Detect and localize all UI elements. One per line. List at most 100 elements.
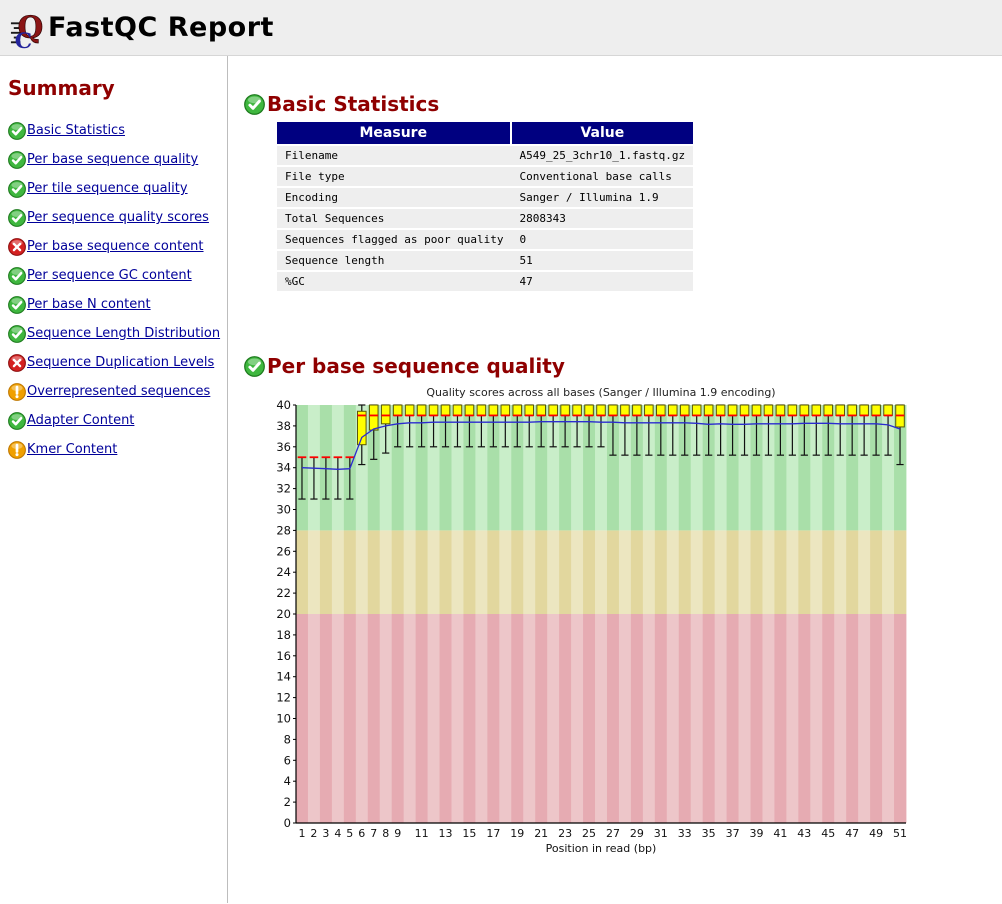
table-header-measure: Measure xyxy=(277,122,512,144)
status-pass-icon xyxy=(8,412,26,430)
quality-boxplot-svg: 0246810121416182022242628303234363840123… xyxy=(266,383,916,861)
svg-text:1: 1 xyxy=(299,827,306,840)
svg-text:26: 26 xyxy=(276,544,291,558)
sidebar-item-sequence-duplication-levels[interactable]: Sequence Duplication Levels xyxy=(27,355,214,370)
svg-text:16: 16 xyxy=(276,649,291,663)
summary-item: Per tile sequence quality xyxy=(8,174,227,203)
status-fail-icon xyxy=(8,238,26,256)
svg-text:23: 23 xyxy=(558,827,572,840)
svg-text:15: 15 xyxy=(462,827,476,840)
svg-text:40: 40 xyxy=(276,398,291,412)
summary-item: Basic Statistics xyxy=(8,116,227,145)
svg-text:36: 36 xyxy=(276,440,291,454)
status-pass-icon xyxy=(8,151,26,169)
svg-text:C: C xyxy=(15,27,32,49)
summary-item: Overrepresented sequences xyxy=(8,377,227,406)
svg-text:32: 32 xyxy=(276,482,291,496)
svg-text:8: 8 xyxy=(284,732,291,746)
summary-heading: Summary xyxy=(8,76,227,100)
svg-text:3: 3 xyxy=(322,827,329,840)
sidebar-item-adapter-content[interactable]: Adapter Content xyxy=(27,413,134,428)
measure-cell: Total Sequences xyxy=(277,209,512,228)
value-cell: 47 xyxy=(512,272,694,291)
status-pass-icon xyxy=(8,325,26,343)
status-pass-icon xyxy=(8,267,26,285)
table-row: File typeConventional base calls xyxy=(277,167,693,186)
measure-cell: Filename xyxy=(277,146,512,165)
summary-item: Per sequence GC content xyxy=(8,261,227,290)
sidebar-item-sequence-length-distribution[interactable]: Sequence Length Distribution xyxy=(27,326,220,341)
svg-text:27: 27 xyxy=(606,827,620,840)
table-header-value: Value xyxy=(512,122,694,144)
basic-statistics-section: Basic Statistics Measure Value FilenameA… xyxy=(244,93,1002,293)
svg-text:38: 38 xyxy=(276,419,291,433)
svg-text:5: 5 xyxy=(346,827,353,840)
table-row: Sequences flagged as poor quality0 xyxy=(277,230,693,249)
measure-cell: %GC xyxy=(277,272,512,291)
svg-text:21: 21 xyxy=(534,827,548,840)
summary-item: Sequence Length Distribution xyxy=(8,319,227,348)
value-cell: A549_25_3chr10_1.fastq.gz xyxy=(512,146,694,165)
table-row: Sequence length51 xyxy=(277,251,693,270)
summary-item: Per base sequence quality xyxy=(8,145,227,174)
sidebar-item-per-base-n-content[interactable]: Per base N content xyxy=(27,297,151,312)
svg-text:17: 17 xyxy=(486,827,500,840)
svg-text:19: 19 xyxy=(510,827,524,840)
basic-statistics-table: Measure Value FilenameA549_25_3chr10_1.f… xyxy=(277,120,693,293)
value-cell: 51 xyxy=(512,251,694,270)
status-pass-icon xyxy=(244,94,265,115)
fastqc-logo-icon: Q C xyxy=(10,8,48,50)
status-pass-icon xyxy=(8,180,26,198)
summary-list: Basic Statistics Per base sequence qualit… xyxy=(8,116,227,464)
value-cell: Sanger / Illumina 1.9 xyxy=(512,188,694,207)
svg-text:43: 43 xyxy=(797,827,811,840)
summary-item: Per base sequence content xyxy=(8,232,227,261)
sidebar-item-per-base-sequence-quality[interactable]: Per base sequence quality xyxy=(27,152,198,167)
status-warn-icon xyxy=(8,383,26,401)
svg-text:28: 28 xyxy=(276,523,291,537)
status-pass-icon xyxy=(8,122,26,140)
svg-text:39: 39 xyxy=(750,827,764,840)
summary-item: Per base N content xyxy=(8,290,227,319)
measure-cell: Encoding xyxy=(277,188,512,207)
svg-text:14: 14 xyxy=(276,670,291,684)
sidebar-item-basic-statistics[interactable]: Basic Statistics xyxy=(27,123,125,138)
sidebar-item-per-sequence-quality-scores[interactable]: Per sequence quality scores xyxy=(27,210,209,225)
svg-text:7: 7 xyxy=(370,827,377,840)
sidebar-item-per-tile-sequence-quality[interactable]: Per tile sequence quality xyxy=(27,181,188,196)
status-pass-icon xyxy=(8,209,26,227)
sidebar-item-per-sequence-gc-content[interactable]: Per sequence GC content xyxy=(27,268,192,283)
basic-statistics-title: Basic Statistics xyxy=(267,93,439,115)
sidebar-item-kmer-content[interactable]: Kmer Content xyxy=(27,442,117,457)
svg-text:20: 20 xyxy=(276,607,291,621)
sidebar-item-overrepresented-sequences[interactable]: Overrepresented sequences xyxy=(27,384,210,399)
svg-text:22: 22 xyxy=(276,586,291,600)
table-row: FilenameA549_25_3chr10_1.fastq.gz xyxy=(277,146,693,165)
table-row: EncodingSanger / Illumina 1.9 xyxy=(277,188,693,207)
sidebar-item-per-base-sequence-content[interactable]: Per base sequence content xyxy=(27,239,204,254)
measure-cell: File type xyxy=(277,167,512,186)
main-content: Basic Statistics Measure Value FilenameA… xyxy=(228,56,1002,903)
svg-text:8: 8 xyxy=(382,827,389,840)
value-cell: Conventional base calls xyxy=(512,167,694,186)
svg-text:31: 31 xyxy=(654,827,668,840)
svg-text:6: 6 xyxy=(358,827,365,840)
svg-text:10: 10 xyxy=(276,712,291,726)
svg-text:29: 29 xyxy=(630,827,644,840)
summary-item: Sequence Duplication Levels xyxy=(8,348,227,377)
status-pass-icon xyxy=(244,356,265,377)
status-warn-icon xyxy=(8,441,26,459)
svg-text:11: 11 xyxy=(415,827,429,840)
svg-text:4: 4 xyxy=(334,827,341,840)
svg-text:33: 33 xyxy=(678,827,692,840)
table-row: Total Sequences2808343 xyxy=(277,209,693,228)
page-title: FastQC Report xyxy=(48,12,274,43)
svg-text:34: 34 xyxy=(276,461,291,475)
svg-text:51: 51 xyxy=(893,827,907,840)
svg-text:4: 4 xyxy=(284,774,291,788)
measure-cell: Sequence length xyxy=(277,251,512,270)
table-row: %GC47 xyxy=(277,272,693,291)
svg-text:49: 49 xyxy=(869,827,883,840)
svg-text:41: 41 xyxy=(773,827,787,840)
header: Q C FastQC Report xyxy=(0,0,1002,56)
